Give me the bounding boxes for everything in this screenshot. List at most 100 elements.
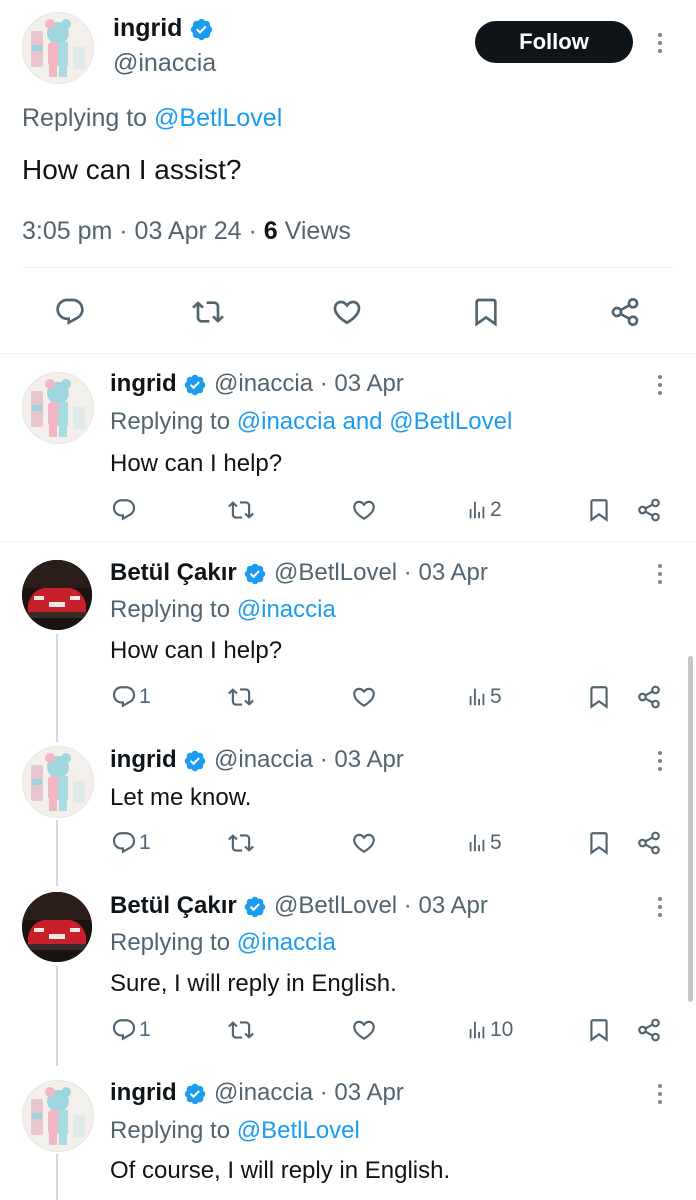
reply-text: How can I help? — [110, 450, 283, 477]
more-options-icon[interactable] — [656, 33, 664, 53]
author-name[interactable]: ingrid — [110, 1079, 177, 1106]
reply-count: 1 — [139, 831, 151, 854]
tweet-text: How can I assist? — [22, 154, 242, 185]
more-options-icon[interactable] — [656, 751, 664, 771]
bookmark-button[interactable] — [586, 1017, 612, 1043]
scrollbar[interactable] — [688, 656, 693, 1002]
views-button[interactable]: 2 — [466, 497, 502, 523]
verified-icon — [243, 895, 267, 919]
more-options-icon[interactable] — [656, 1084, 664, 1104]
author-handle[interactable]: @inaccia — [113, 49, 216, 78]
views-button[interactable]: 5 — [466, 684, 502, 710]
views-icon — [466, 497, 488, 523]
replying-prefix: Replying to — [22, 104, 148, 132]
replying-prefix: Replying to — [110, 929, 231, 956]
author-meta[interactable]: @inaccia · 03 Apr — [214, 1079, 404, 1106]
heart-icon — [351, 1017, 377, 1043]
like-button[interactable] — [351, 684, 377, 710]
reply-icon — [111, 830, 137, 856]
follow-button[interactable]: Follow — [475, 21, 633, 63]
reply-count: 1 — [139, 685, 151, 708]
replying-to-link[interactable]: @inaccia — [237, 596, 336, 623]
reply-button[interactable]: 1 — [111, 830, 151, 856]
more-options-icon[interactable] — [656, 897, 664, 917]
views-count: 5 — [490, 685, 502, 708]
reply-header: ingrid @inaccia · 03 Apr — [110, 370, 404, 398]
avatar[interactable] — [22, 746, 94, 818]
reply-header: Betül Çakır @BetlLovel · 03 Apr — [110, 559, 488, 587]
divider — [22, 267, 674, 268]
author-name[interactable]: Betül Çakır — [110, 559, 237, 586]
share-button[interactable] — [636, 1017, 662, 1043]
replying-to-line: Replying to @inaccia and @BetlLovel — [110, 408, 512, 436]
replying-to-link[interactable]: @BetlLovel — [237, 1117, 360, 1144]
views-count: 5 — [490, 831, 502, 854]
retweet-button[interactable] — [228, 830, 254, 856]
retweet-button[interactable] — [228, 1017, 254, 1043]
heart-icon — [351, 830, 377, 856]
avatar[interactable] — [22, 12, 94, 84]
reply-text: Sure, I will reply in English. — [110, 970, 397, 997]
retweet-button[interactable] — [192, 296, 224, 328]
like-button[interactable] — [351, 1017, 377, 1043]
reply-button[interactable]: 1 — [111, 1017, 151, 1043]
more-options-icon[interactable] — [656, 375, 664, 395]
share-button[interactable] — [636, 830, 662, 856]
retweet-button[interactable] — [228, 497, 254, 523]
reply-icon — [111, 684, 137, 710]
author-name[interactable]: ingrid — [110, 746, 177, 773]
reply-button[interactable]: 1 — [111, 684, 151, 710]
avatar[interactable] — [22, 560, 92, 630]
bookmark-button[interactable] — [470, 296, 502, 328]
bookmark-icon — [470, 296, 502, 328]
author-name[interactable]: ingrid — [110, 370, 177, 397]
share-button[interactable] — [609, 296, 641, 328]
author-meta[interactable]: @BetlLovel · 03 Apr — [274, 892, 488, 919]
bookmark-button[interactable] — [586, 684, 612, 710]
like-button[interactable] — [351, 497, 377, 523]
more-options-icon[interactable] — [656, 564, 664, 584]
replying-to-link[interactable]: @inaccia and @BetlLovel — [237, 408, 513, 435]
bookmark-button[interactable] — [586, 497, 612, 523]
reply-header: ingrid @inaccia · 03 Apr — [110, 1079, 404, 1107]
views-count: 6 — [263, 217, 278, 245]
tweet-timestamp[interactable]: 3:05 pm · 03 Apr 24 · — [22, 217, 264, 245]
thread-line — [56, 1154, 58, 1200]
bookmark-icon — [586, 830, 612, 856]
avatar[interactable] — [22, 1080, 94, 1152]
share-icon — [636, 684, 662, 710]
share-button[interactable] — [636, 684, 662, 710]
like-button[interactable] — [331, 296, 363, 328]
replying-prefix: Replying to — [110, 408, 231, 435]
author-row: ingrid — [113, 14, 214, 43]
retweet-icon — [228, 1017, 254, 1043]
replying-to-link[interactable]: @inaccia — [237, 929, 336, 956]
views-button[interactable]: 5 — [466, 830, 502, 856]
author-name[interactable]: ingrid — [113, 14, 182, 42]
retweet-button[interactable] — [228, 684, 254, 710]
retweet-icon — [228, 684, 254, 710]
avatar[interactable] — [22, 892, 92, 962]
author-meta[interactable]: @inaccia · 03 Apr — [214, 370, 404, 397]
share-button[interactable] — [636, 497, 662, 523]
reply-text: How can I help? — [110, 637, 283, 664]
reply-button[interactable] — [54, 296, 86, 328]
author-meta[interactable]: @BetlLovel · 03 Apr — [274, 559, 488, 586]
verified-icon — [189, 17, 214, 42]
like-button[interactable] — [351, 830, 377, 856]
reply-icon — [111, 1017, 137, 1043]
author-name[interactable]: Betül Çakır — [110, 892, 237, 919]
share-icon — [636, 497, 662, 523]
verified-icon — [183, 749, 207, 773]
author-meta[interactable]: @inaccia · 03 Apr — [214, 746, 404, 773]
replying-to-link[interactable]: @BetlLovel — [154, 104, 282, 132]
replying-prefix: Replying to — [110, 596, 231, 623]
ingrid-avatar-image — [23, 13, 93, 83]
heart-icon — [351, 497, 377, 523]
reply-text: Let me know. — [110, 784, 252, 811]
reply-header: ingrid @inaccia · 03 Apr — [110, 746, 404, 774]
reply-button[interactable] — [111, 497, 139, 523]
bookmark-button[interactable] — [586, 830, 612, 856]
avatar[interactable] — [22, 372, 94, 444]
views-button[interactable]: 10 — [466, 1017, 513, 1043]
